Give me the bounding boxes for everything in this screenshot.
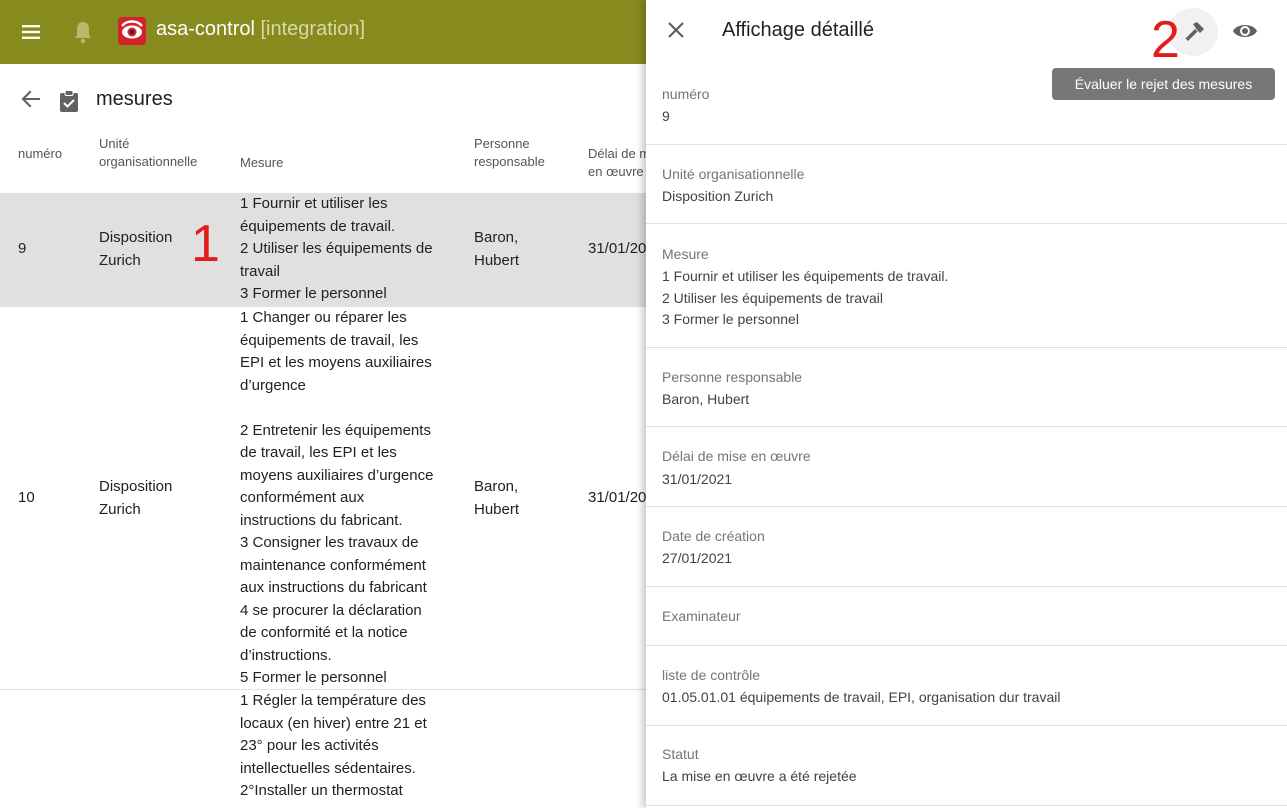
close-icon[interactable] <box>666 20 686 40</box>
menu-icon[interactable] <box>19 20 43 44</box>
field-statut: Statut La mise en œuvre a été rejetée <box>646 726 1287 806</box>
app-environment: [integration] <box>260 18 366 40</box>
field-label: Délai de mise en œuvre <box>662 448 811 464</box>
cell-mesure: 1 Régler la température des locaux (en h… <box>240 692 427 799</box>
field-unite: Unité organisationnelle Disposition Zuri… <box>646 145 1287 224</box>
app-bar: asa-control [integration] <box>0 0 646 64</box>
table-row[interactable]: 1 Régler la température des locaux (en h… <box>0 690 646 808</box>
field-label: Unité organisationnelle <box>662 166 805 182</box>
column-header-unite[interactable]: Unité organisationnelle <box>99 135 197 171</box>
field-value: 31/01/2021 <box>662 471 733 487</box>
table-row[interactable]: 9 Disposition Zurich 1 Fournir et utilis… <box>0 193 646 307</box>
field-label: Personne responsable <box>662 369 803 385</box>
cell-numero: 10 <box>18 489 35 506</box>
cell-unite: Disposition Zurich <box>99 229 173 269</box>
bell-icon[interactable] <box>72 20 94 44</box>
field-label: numéro <box>662 86 710 102</box>
field-date-creation: Date de création 27/01/2021 <box>646 507 1287 587</box>
field-delai: Délai de mise en œuvre 31/01/2021 <box>646 427 1287 507</box>
field-label: Mesure <box>662 246 709 262</box>
field-value: 1 Fournir et utiliser les équipements de… <box>662 268 949 327</box>
field-examinateur: Examinateur <box>646 587 1287 646</box>
cell-mesure: 1 Changer ou réparer les équipements de … <box>240 309 434 686</box>
detail-panel: Affichage détaillé 2 Évaluer le rejet de… <box>646 0 1287 808</box>
cell-delai: 31/01/20 <box>588 489 647 506</box>
field-value: 27/01/2021 <box>662 550 733 566</box>
hammer-icon <box>1185 22 1204 41</box>
field-liste-controle: liste de contrôle 01.05.01.01 équipement… <box>646 646 1287 726</box>
field-numero: numéro 9 <box>646 64 1287 145</box>
column-header-personne[interactable]: Personne responsable <box>474 135 545 171</box>
logo-icon <box>118 17 146 45</box>
panel-title: Affichage détaillé <box>722 19 874 41</box>
field-label: Examinateur <box>662 608 741 624</box>
field-value: La mise en œuvre a été rejetée <box>662 768 857 784</box>
field-mesure: Mesure 1 Fournir et utiliser les équipem… <box>646 224 1287 348</box>
field-value: Baron, Hubert <box>662 391 750 407</box>
cell-numero: 9 <box>18 240 27 257</box>
page-title: mesures <box>96 88 173 110</box>
column-header-delai[interactable]: Délai de m en œuvre <box>588 145 650 181</box>
field-value: 01.05.01.01 équipements de travail, EPI,… <box>662 689 1061 705</box>
cell-delai: 31/01/20 <box>588 240 647 257</box>
cell-unite: Disposition Zurich <box>99 478 173 518</box>
field-value: 9 <box>662 108 670 124</box>
cell-personne: Baron, Hubert <box>474 229 520 269</box>
column-header-mesure[interactable]: Mesure <box>240 154 283 172</box>
field-personne: Personne responsable Baron, Hubert <box>646 348 1287 427</box>
field-label: Date de création <box>662 528 765 544</box>
field-label: liste de contrôle <box>662 667 761 683</box>
annotation-two: 2 <box>1151 11 1180 69</box>
annotation-one: 1 <box>191 215 220 273</box>
cell-personne: Baron, Hubert <box>474 478 520 518</box>
eye-icon[interactable] <box>1230 18 1260 44</box>
column-header-numero[interactable]: numéro <box>18 145 62 163</box>
cell-mesure: 1 Fournir et utiliser les équipements de… <box>240 195 433 302</box>
field-value: Disposition Zurich <box>662 188 774 204</box>
detail-panel-header: Affichage détaillé 2 Évaluer le rejet de… <box>646 0 1287 100</box>
clipboard-check-icon <box>60 90 78 112</box>
app-title: asa-control [integration] <box>156 18 365 41</box>
arrow-back-icon[interactable] <box>20 88 42 110</box>
app-name: asa-control <box>156 18 255 40</box>
table-row[interactable]: 10 Disposition Zurich 1 Changer ou répar… <box>0 307 646 690</box>
field-label: Statut <box>662 746 699 762</box>
